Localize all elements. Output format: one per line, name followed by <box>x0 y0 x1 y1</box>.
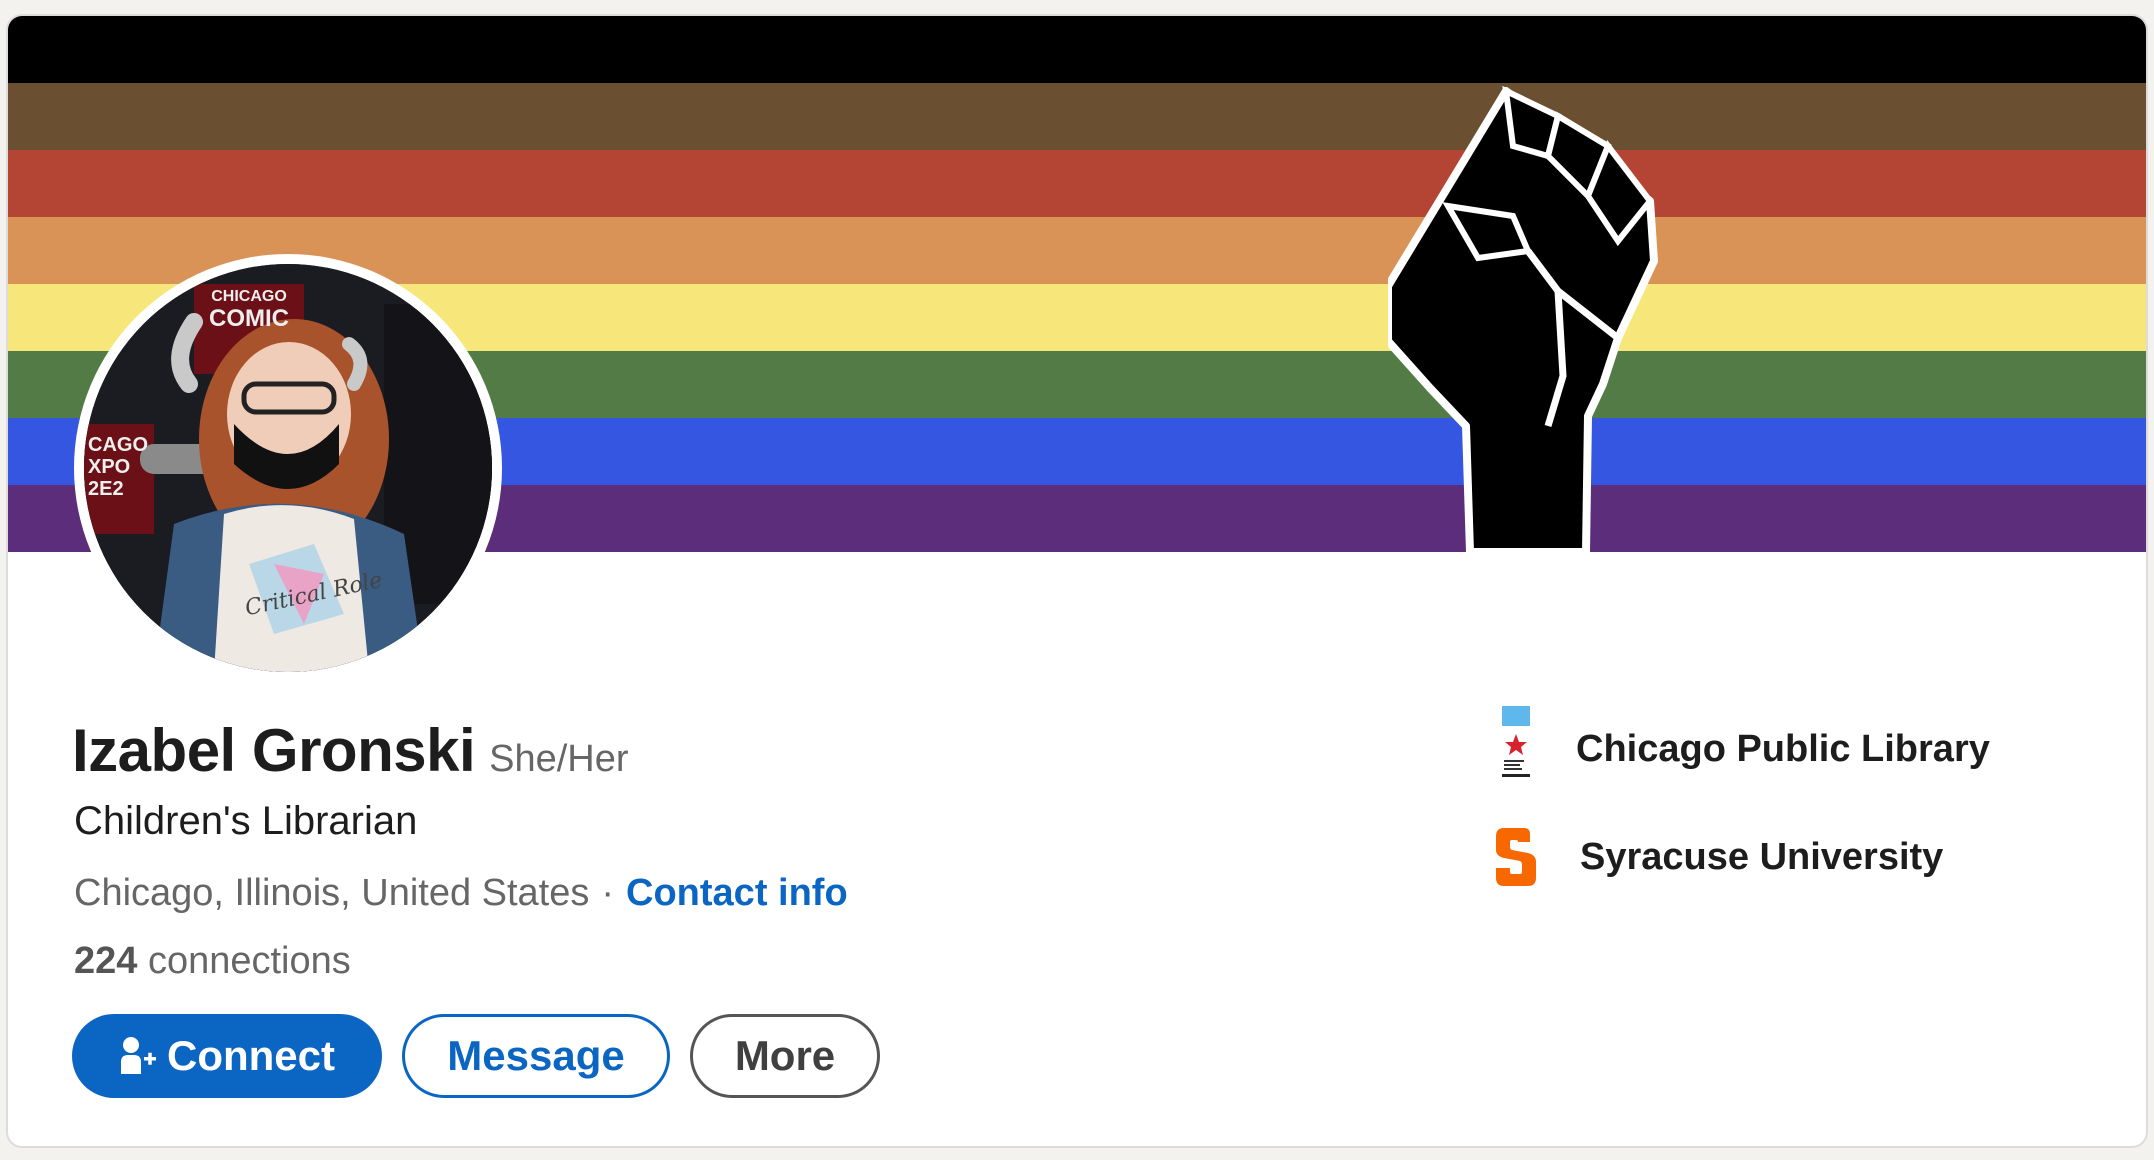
education-syracuse-university[interactable]: Syracuse University <box>1494 828 1943 886</box>
separator-dot: · <box>601 872 615 914</box>
more-label: More <box>734 1032 836 1079</box>
photo-side-text: CAGO XPO 2E2 <box>88 434 148 500</box>
profile-card: CHICAGO COMIC CAGO XPO 2E2 Critical Role… <box>6 14 2148 1148</box>
location-row: Chicago, Illinois, United States · Conta… <box>74 872 848 915</box>
connections-count: 224 <box>74 940 138 982</box>
chicago-public-library-logo-icon <box>1502 706 1530 777</box>
syracuse-university-logo-icon <box>1496 828 1536 886</box>
more-button[interactable]: More <box>690 1014 880 1098</box>
banner-stripe <box>8 83 2146 150</box>
banner-stripe <box>8 150 2146 217</box>
company-name: Chicago Public Library <box>1576 727 1990 770</box>
message-label: Message <box>447 1032 625 1079</box>
profile-headline: Children's Librarian <box>74 799 418 843</box>
current-company-chicago-public-library[interactable]: Chicago Public Library <box>1494 706 1990 792</box>
school-name: Syracuse University <box>1580 835 1944 878</box>
profile-pronouns: She/Her <box>489 738 629 780</box>
profile-photo-image: CHICAGO COMIC CAGO XPO 2E2 Critical Role <box>84 264 492 672</box>
connections-link[interactable]: 224 connections <box>74 940 351 983</box>
connect-label: Connect <box>167 1032 335 1079</box>
add-person-icon <box>121 1037 156 1074</box>
photo-sign-text: CHICAGO COMIC <box>209 288 289 332</box>
contact-info-link[interactable]: Contact info <box>626 872 848 915</box>
banner-stripe <box>8 16 2146 83</box>
profile-photo[interactable]: CHICAGO COMIC CAGO XPO 2E2 Critical Role <box>74 254 502 682</box>
message-button[interactable]: Message <box>402 1014 670 1098</box>
connections-label: connections <box>147 940 351 982</box>
raised-fist-icon <box>1388 85 1658 552</box>
connect-button[interactable]: Connect <box>72 1014 382 1098</box>
name-row: Izabel Gronski She/Her <box>72 716 629 785</box>
profile-location: Chicago, Illinois, United States <box>74 872 590 914</box>
profile-name: Izabel Gronski <box>72 717 476 784</box>
